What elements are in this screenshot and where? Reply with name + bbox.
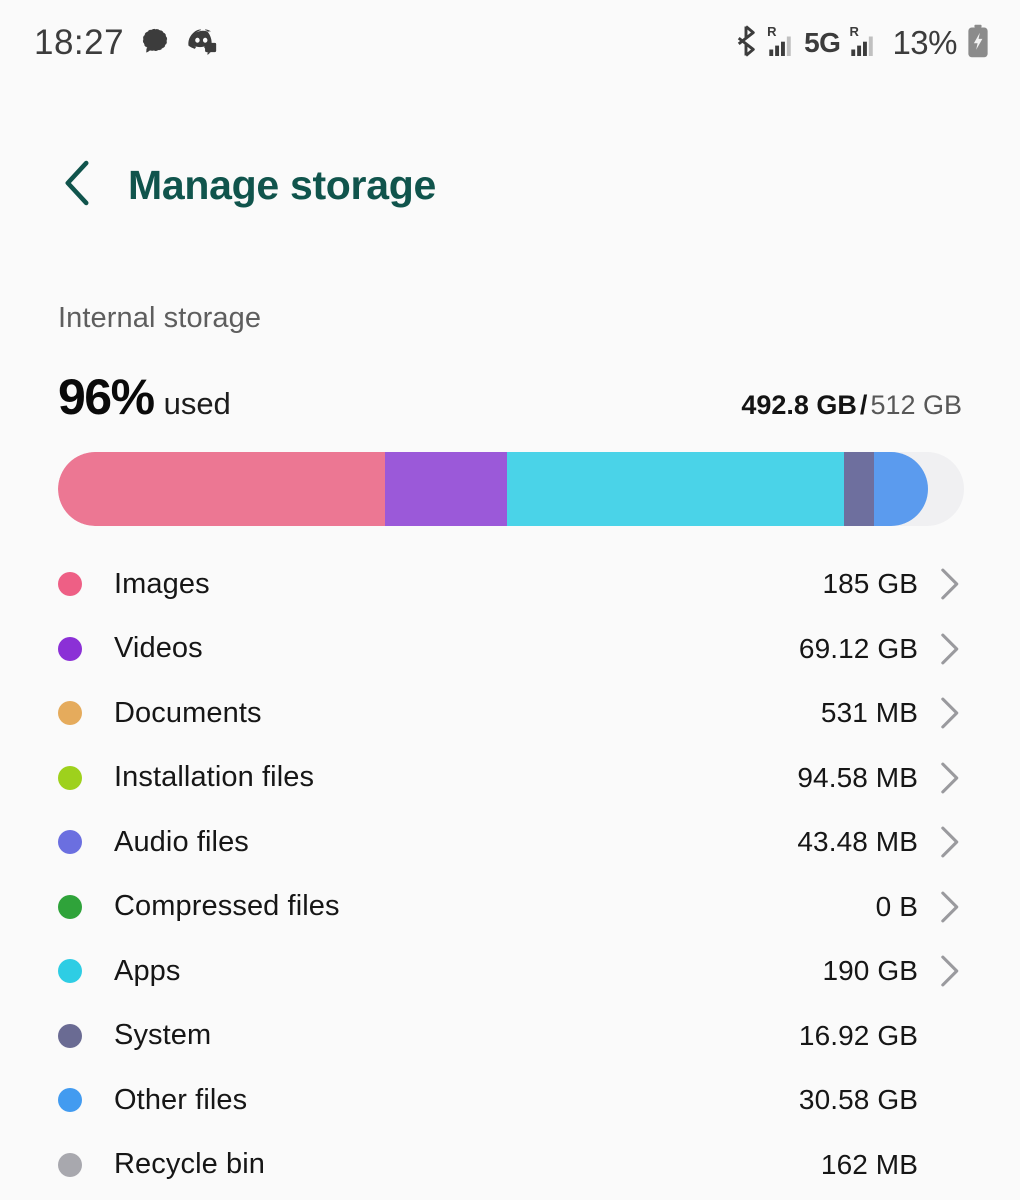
capacity-total-value: 512 GB <box>870 390 962 420</box>
category-size-value: 531 MB <box>820 697 918 729</box>
storage-row-images[interactable]: Images 185 GB <box>58 552 964 617</box>
storage-row-apps[interactable]: Apps 190 GB <box>58 939 964 1004</box>
storage-bar-segment-images <box>58 452 385 526</box>
category-size-value: 0 B <box>875 890 918 922</box>
category-color-dot-apps <box>58 959 82 984</box>
back-button[interactable] <box>48 156 106 214</box>
used-percent-word: used <box>163 386 231 421</box>
storage-summary-row: 96% used 492.8 GB/512 GB <box>58 372 962 422</box>
storage-category-list: Images 185 GB Videos 69.12 GB Documents 531 M… <box>58 552 964 1197</box>
storage-row-installation-files[interactable]: Installation files 94.58 MB <box>58 746 964 811</box>
page-title: Manage storage <box>128 161 436 208</box>
storage-bar-segment-apps <box>506 452 845 526</box>
sim1-roaming-label: R <box>767 24 777 39</box>
storage-row-documents[interactable]: Documents 531 MB <box>58 681 964 746</box>
category-label: Compressed files <box>114 890 340 923</box>
category-size-value: 69.12 GB <box>798 632 918 664</box>
status-bar-right: R 5G R 13% <box>733 24 990 63</box>
category-size-value: 185 GB <box>822 568 918 600</box>
signal-messenger-icon <box>140 26 170 61</box>
bluetooth-icon <box>733 24 759 62</box>
chevron-right-icon[interactable] <box>934 826 964 858</box>
chevron-right-icon[interactable] <box>934 697 964 729</box>
capacity-separator: / <box>859 390 868 420</box>
storage-row-audio-files[interactable]: Audio files 43.48 MB <box>58 810 964 875</box>
storage-row-videos[interactable]: Videos 69.12 GB <box>58 617 964 682</box>
category-size-value: 16.92 GB <box>798 1019 918 1051</box>
category-label: Videos <box>114 632 203 665</box>
storage-bar-segment-other-files <box>874 452 928 526</box>
chevron-right-icon[interactable] <box>934 891 964 923</box>
category-label: Recycle bin <box>114 1148 265 1181</box>
category-label: System <box>114 1019 212 1052</box>
sim1-signal-icon: R <box>767 24 794 58</box>
category-color-dot-system <box>58 1023 82 1048</box>
used-percent-value: 96% <box>58 369 155 425</box>
category-color-dot-images <box>58 572 82 597</box>
network-type-label: 5G <box>804 27 841 58</box>
storage-row-compressed-files[interactable]: Compressed files 0 B <box>58 875 964 940</box>
storage-row-other-files: Other files 30.58 GB <box>58 1068 964 1133</box>
category-color-dot-other-files <box>58 1088 82 1113</box>
page-header: Manage storage <box>0 146 1020 224</box>
used-percent-group: 96% used <box>58 372 231 422</box>
discord-icon <box>186 26 218 61</box>
sim2-signal-icon: R <box>849 24 876 58</box>
category-size-value: 162 MB <box>820 1148 918 1180</box>
category-color-dot-documents <box>58 701 82 726</box>
category-color-dot-recycle-bin <box>58 1152 82 1177</box>
category-label: Apps <box>114 954 181 987</box>
storage-row-system: System 16.92 GB <box>58 1004 964 1069</box>
category-color-dot-audio-files <box>58 830 82 855</box>
capacity-group: 492.8 GB/512 GB <box>741 390 962 421</box>
category-label: Audio files <box>114 825 249 858</box>
chevron-right-icon[interactable] <box>934 955 964 987</box>
category-label: Documents <box>114 696 262 729</box>
storage-bar-track <box>58 452 964 526</box>
status-bar-left: 18:27 <box>34 23 218 63</box>
category-label: Other files <box>114 1083 248 1116</box>
back-chevron-icon <box>60 160 94 211</box>
storage-bar-segment-system <box>844 452 875 526</box>
battery-charging-icon <box>966 24 990 63</box>
battery-percent-label: 13% <box>892 24 957 61</box>
category-label: Images <box>114 567 210 600</box>
category-color-dot-videos <box>58 636 82 661</box>
category-size-value: 43.48 MB <box>797 826 918 858</box>
category-size-value: 30.58 GB <box>798 1084 918 1116</box>
status-clock: 18:27 <box>34 23 125 62</box>
storage-row-recycle-bin: Recycle bin 162 MB <box>58 1133 964 1198</box>
chevron-right-icon[interactable] <box>934 762 964 794</box>
category-size-value: 190 GB <box>822 955 918 987</box>
chevron-right-icon[interactable] <box>934 568 964 600</box>
storage-bar-fill <box>58 452 928 526</box>
category-size-value: 94.58 MB <box>797 761 918 793</box>
sim2-roaming-label: R <box>849 24 859 39</box>
category-color-dot-installation-files <box>58 765 82 790</box>
chevron-right-icon[interactable] <box>934 633 964 665</box>
internal-storage-label: Internal storage <box>58 302 262 334</box>
status-bar: 18:27 R 5G R 13% <box>0 0 1020 86</box>
category-color-dot-compressed-files <box>58 894 82 919</box>
capacity-used-value: 492.8 GB <box>741 390 857 420</box>
category-label: Installation files <box>114 761 315 794</box>
storage-bar-segment-videos <box>384 452 507 526</box>
